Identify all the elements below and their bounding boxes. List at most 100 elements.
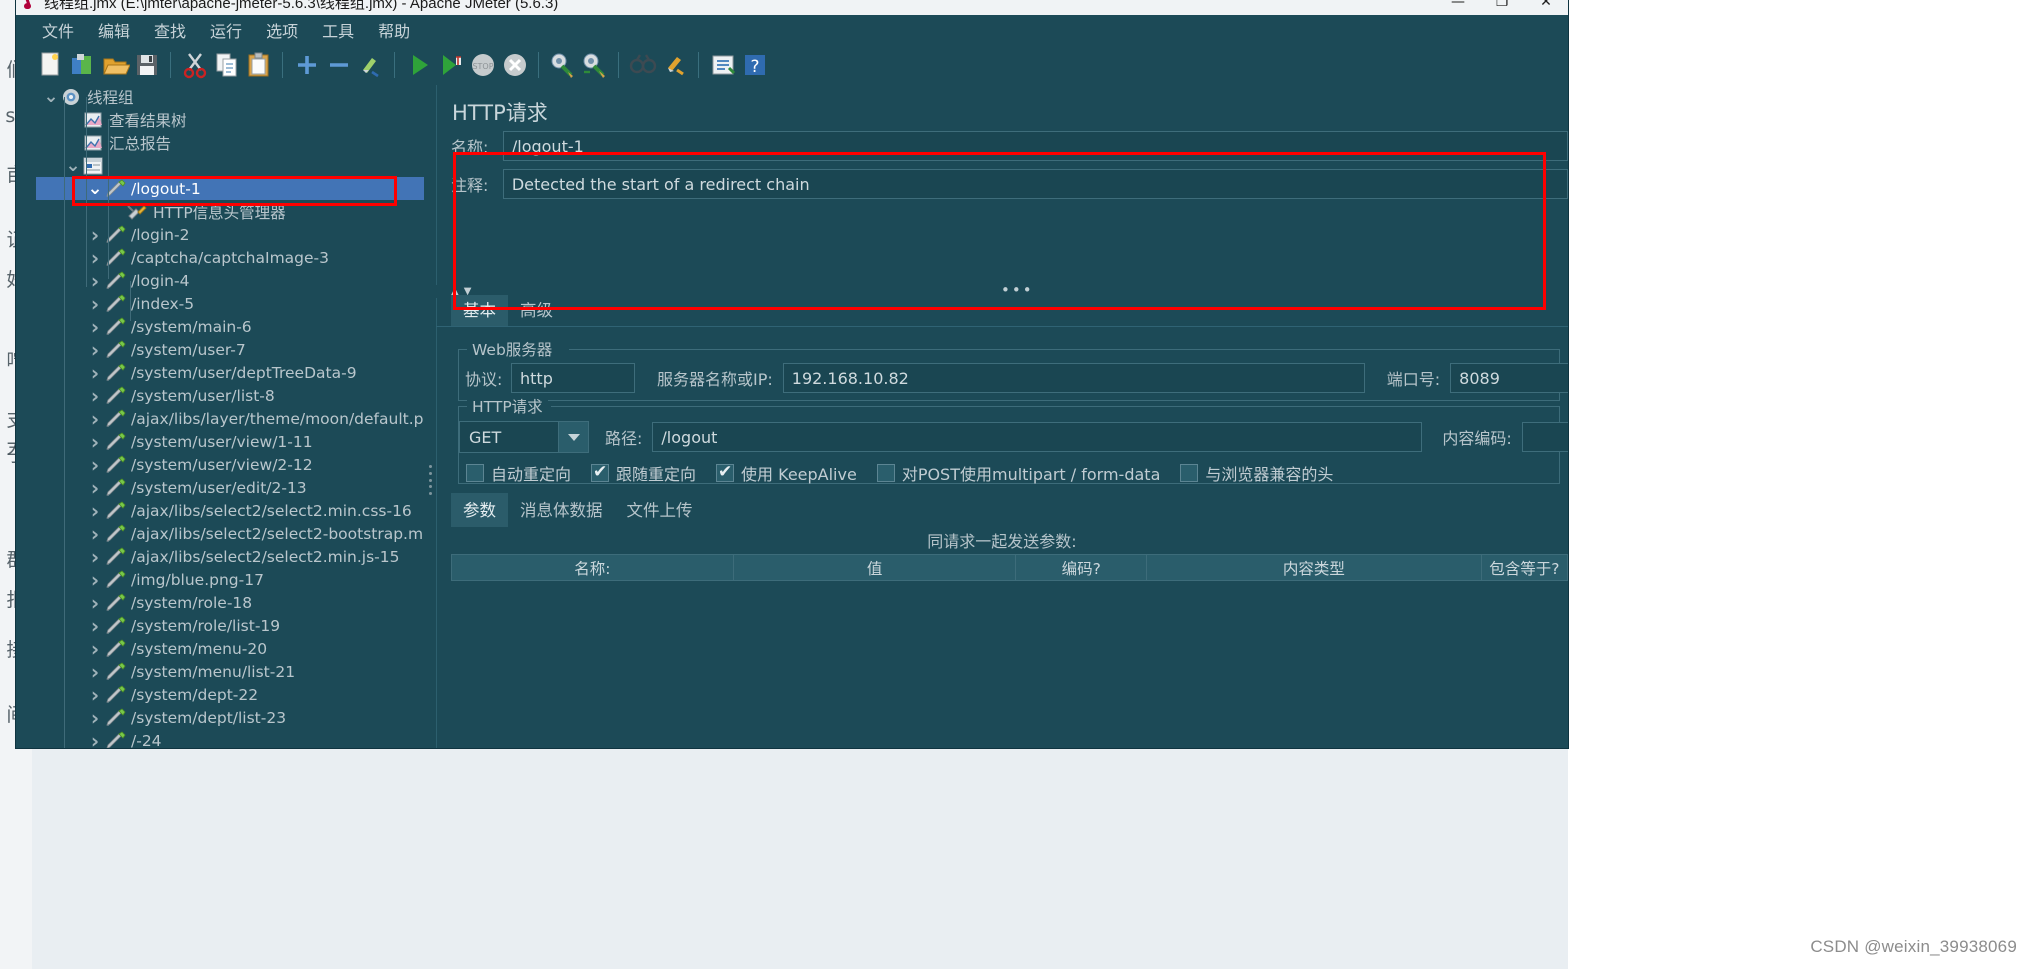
protocol-input[interactable] (511, 363, 635, 393)
menu-tools[interactable]: 工具 (310, 15, 366, 45)
start-icon[interactable] (404, 50, 434, 80)
test-plan-tree[interactable]: ⌄ 线程组 查看结果树 汇总报告 ⌄ ⌄/logout-1 HTTP信息头管理器 ›/logi… (36, 85, 424, 748)
chevron-right-icon[interactable]: › (86, 614, 104, 637)
copy-icon[interactable] (212, 50, 242, 80)
chevron-right-icon[interactable]: › (86, 361, 104, 384)
stop-icon[interactable]: STOP (468, 50, 498, 80)
chevron-right-icon[interactable]: › (86, 545, 104, 568)
chevron-right-icon[interactable]: › (86, 384, 104, 407)
open-icon[interactable] (100, 50, 130, 80)
save-icon[interactable] (132, 50, 162, 80)
function-helper-icon[interactable] (708, 50, 738, 80)
chevron-right-icon[interactable]: › (86, 338, 104, 361)
tree-item[interactable]: › /system/menu-20 (36, 637, 424, 660)
checkbox-box[interactable] (716, 462, 735, 482)
chevron-right-icon[interactable]: › (86, 683, 104, 706)
expand-all-icon[interactable] (292, 50, 322, 80)
checkbox-auto-redirect[interactable]: 自动重定向 (466, 461, 571, 485)
tree-item[interactable]: ⌄ (36, 154, 424, 177)
table-header-value[interactable]: 值 (733, 554, 1017, 581)
menu-help[interactable]: 帮助 (366, 15, 422, 45)
clear-icon[interactable] (548, 50, 578, 80)
collapse-all-icon[interactable] (324, 50, 354, 80)
chevron-right-icon[interactable]: › (86, 453, 104, 476)
tree-item[interactable]: › /ajax/libs/select2/select2.min.js-15 (36, 545, 424, 568)
tree-item[interactable]: › /index-5 (36, 292, 424, 315)
tree-item[interactable]: › /ajax/libs/select2/select2-bootstrap.mi… (36, 522, 424, 545)
chevron-right-icon[interactable]: › (86, 476, 104, 499)
chevron-right-icon[interactable]: › (86, 292, 104, 315)
table-header-include-equals[interactable]: 包含等于? (1481, 554, 1568, 581)
checkbox-box[interactable] (1180, 464, 1199, 482)
tree-item[interactable]: › /system/role/list-19 (36, 614, 424, 637)
help-icon[interactable]: ? (740, 50, 770, 80)
menu-options[interactable]: 选项 (254, 15, 310, 45)
encoding-input[interactable] (1521, 422, 1568, 452)
checkbox-keepalive[interactable]: 使用 KeepAlive (716, 461, 857, 485)
templates-icon[interactable] (68, 50, 98, 80)
chevron-down-icon[interactable] (558, 422, 588, 452)
tree-item[interactable]: › /captcha/captchaImage-3 (36, 246, 424, 269)
chevron-right-icon[interactable]: › (86, 591, 104, 614)
tree-item[interactable]: › /system/user/list-8 (36, 384, 424, 407)
tree-item[interactable]: › /login-4 (36, 269, 424, 292)
tree-item[interactable]: › /ajax/libs/select2/select2.min.css-16 (36, 499, 424, 522)
subtab-parameters[interactable]: 参数 (451, 493, 508, 527)
chevron-right-icon[interactable]: › (86, 269, 104, 292)
tree-item[interactable]: › /ajax/libs/layer/theme/moon/default.png… (36, 407, 424, 430)
clear-all-icon[interactable] (580, 50, 610, 80)
comment-input[interactable] (502, 169, 1568, 199)
chevron-right-icon[interactable]: › (86, 315, 104, 338)
name-input[interactable] (502, 131, 1568, 161)
tree-item[interactable]: › /system/role-18 (36, 591, 424, 614)
chevron-right-icon[interactable]: › (86, 246, 104, 269)
tree-item[interactable]: › /system/main-6 (36, 315, 424, 338)
chevron-right-icon[interactable]: › (86, 499, 104, 522)
checkbox-browser-compatible-headers[interactable]: 与浏览器兼容的头 (1180, 461, 1333, 485)
chevron-right-icon[interactable]: › (86, 522, 104, 545)
tree-item[interactable]: › /system/user/deptTreeData-9 (36, 361, 424, 384)
minimize-button[interactable]: — (1436, 0, 1480, 15)
chevron-right-icon[interactable]: › (86, 729, 104, 749)
tree-item[interactable]: 汇总报告 (36, 131, 424, 154)
tree-item[interactable]: › /system/user/view/1-11 (36, 430, 424, 453)
maximize-button[interactable]: ❐ (1480, 0, 1524, 15)
tree-item[interactable]: › /-24 (36, 729, 424, 748)
chevron-right-icon[interactable]: › (86, 637, 104, 660)
tab-advanced[interactable]: 高级 (508, 295, 565, 326)
chevron-right-icon[interactable]: › (86, 430, 104, 453)
tree-item[interactable]: › /system/dept-22 (36, 683, 424, 706)
chevron-right-icon[interactable]: › (86, 568, 104, 591)
overflow-dots[interactable]: ••• (1001, 283, 1034, 298)
tab-basic[interactable]: 基本 (451, 295, 508, 326)
shutdown-icon[interactable] (500, 50, 530, 80)
menu-run[interactable]: 运行 (198, 15, 254, 45)
path-input[interactable] (652, 422, 1423, 452)
chevron-right-icon[interactable]: › (86, 407, 104, 430)
menu-file[interactable]: 文件 (30, 15, 86, 45)
checkbox-box[interactable] (591, 462, 610, 482)
tree-item[interactable]: › /system/dept/list-23 (36, 706, 424, 729)
table-header-name[interactable]: 名称: (451, 554, 734, 581)
close-button[interactable]: ✕ (1524, 0, 1568, 15)
start-no-pause-icon[interactable] (436, 50, 466, 80)
server-input[interactable] (782, 363, 1365, 393)
tree-item[interactable]: HTTP信息头管理器 (36, 200, 424, 223)
checkbox-follow-redirect[interactable]: 跟随重定向 (591, 461, 696, 485)
method-combo[interactable]: GET (459, 421, 589, 453)
menu-search[interactable]: 查找 (142, 15, 198, 45)
tree-item-selected[interactable]: ⌄ /logout-1 (36, 177, 424, 200)
tree-item[interactable]: › /login-2 (36, 223, 424, 246)
table-header-encode[interactable]: 编码? (1016, 554, 1147, 581)
tree-item[interactable]: › /system/user-7 (36, 338, 424, 361)
pane-splitter[interactable] (426, 85, 436, 748)
port-input[interactable] (1450, 363, 1568, 393)
reset-search-icon[interactable] (660, 50, 690, 80)
chevron-right-icon[interactable]: › (86, 706, 104, 729)
tree-item[interactable]: › /system/menu/list-21 (36, 660, 424, 683)
tree-item[interactable]: ⌄ 线程组 (36, 85, 424, 108)
cut-icon[interactable] (180, 50, 210, 80)
table-header-content-type[interactable]: 内容类型 (1146, 554, 1482, 581)
chevron-down-icon[interactable]: ⌄ (42, 85, 60, 108)
chevron-right-icon[interactable]: › (86, 223, 104, 246)
